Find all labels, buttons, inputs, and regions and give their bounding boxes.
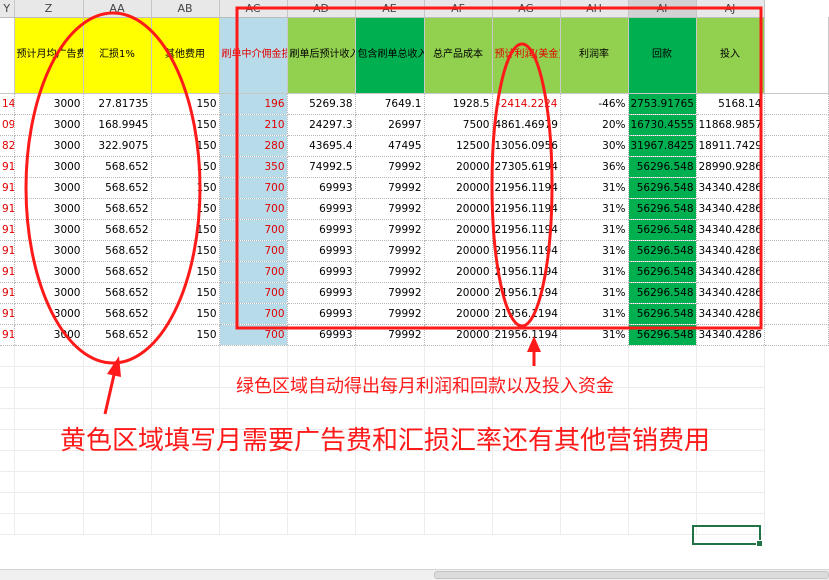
profit-column-circle [490, 42, 554, 328]
fill-handle[interactable] [756, 540, 763, 547]
yellow-region-circle [24, 11, 202, 365]
red-markup-overlay [24, 6, 763, 415]
arrow-up-icon [527, 336, 541, 366]
selected-cell[interactable] [692, 525, 763, 547]
yellow-area-annotation: 黄色区域填写月需要广告费和汇损汇率还有其他营销费用 [60, 426, 711, 456]
green-area-annotation: 绿色区域自动得出每月利润和回款以及投入资金 [236, 376, 614, 397]
arrow-up-icon [103, 356, 121, 415]
scrollbar-thumb[interactable] [434, 571, 829, 579]
